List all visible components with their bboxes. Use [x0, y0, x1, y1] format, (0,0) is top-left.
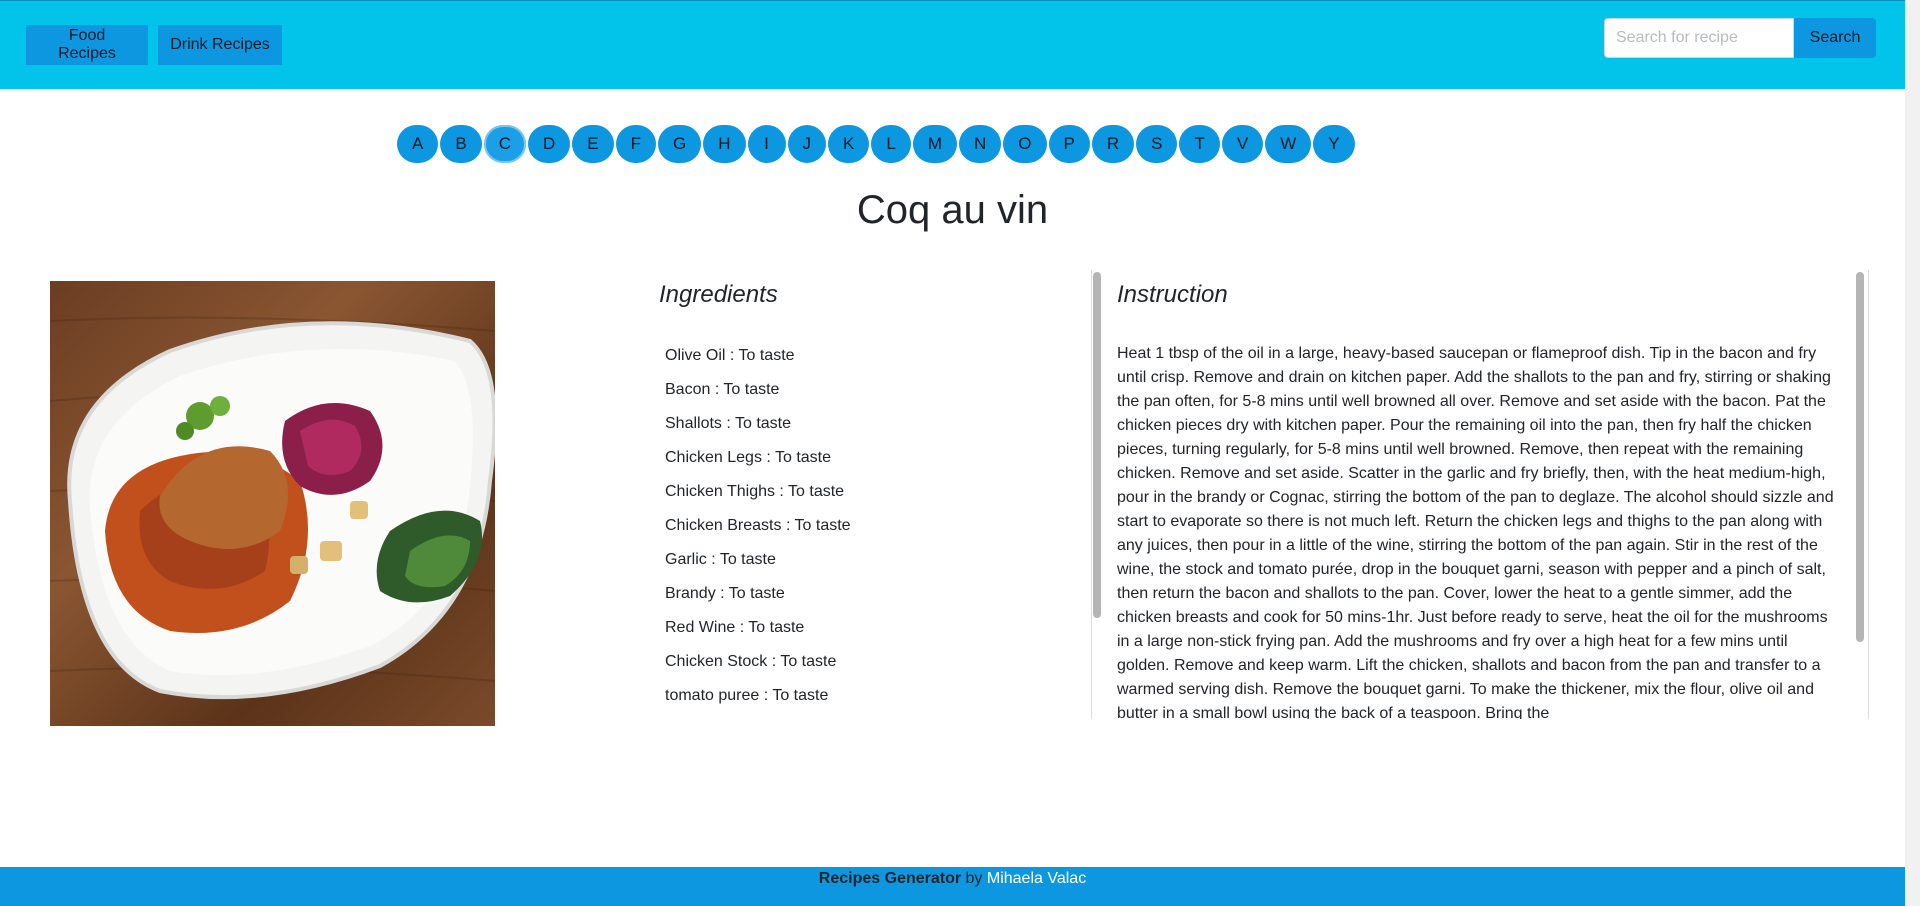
- search-input[interactable]: [1604, 18, 1794, 58]
- recipe-image: [50, 281, 495, 726]
- letter-button-j[interactable]: J: [787, 125, 826, 163]
- ingredient-item: Olive Oil : To taste: [665, 347, 795, 364]
- drink-recipes-button[interactable]: Drink Recipes: [158, 25, 282, 65]
- letter-button-h[interactable]: H: [703, 125, 746, 163]
- ingredient-item: Chicken Stock : To taste: [665, 653, 837, 670]
- letter-button-k[interactable]: K: [828, 125, 870, 163]
- letter-button-s[interactable]: S: [1136, 125, 1178, 163]
- recipe-title: Coq au vin: [856, 188, 1049, 232]
- letter-button-c[interactable]: C: [483, 125, 526, 163]
- letter-button-o[interactable]: O: [1003, 125, 1047, 163]
- letter-button-l[interactable]: L: [871, 125, 911, 163]
- letter-button-p[interactable]: P: [1048, 125, 1090, 163]
- instruction-text: Heat 1 tbsp of the oil in a large, heavy…: [1117, 345, 1834, 719]
- letter-button-t[interactable]: T: [1179, 125, 1220, 163]
- footer-brand: Recipes Generator: [818, 870, 962, 887]
- letter-button-b[interactable]: B: [440, 125, 482, 163]
- page-scrollbar-track[interactable]: [1905, 0, 1920, 906]
- letter-button-v[interactable]: V: [1221, 125, 1264, 163]
- letter-button-e[interactable]: E: [572, 125, 614, 163]
- search-form: Search: [1604, 18, 1876, 58]
- letter-button-d[interactable]: D: [527, 125, 571, 163]
- ingredient-item: Chicken Breasts : To taste: [665, 517, 851, 534]
- ingredients-list: Olive Oil : To taste Bacon : To taste Shal…: [665, 346, 851, 720]
- footer-by: by: [961, 870, 987, 887]
- search-button[interactable]: Search: [1794, 18, 1876, 58]
- letter-button-i[interactable]: I: [747, 125, 786, 163]
- ingredient-item: Garlic : To taste: [665, 551, 776, 568]
- ingredient-item: tomato puree : To taste: [665, 687, 829, 704]
- top-navbar: Food Recipes Drink Recipes Search: [0, 0, 1905, 89]
- letter-button-y[interactable]: Y: [1313, 125, 1355, 163]
- letter-button-n[interactable]: N: [958, 125, 1002, 163]
- letter-button-f[interactable]: F: [615, 125, 656, 163]
- letter-button-g[interactable]: G: [657, 125, 702, 163]
- letter-button-r[interactable]: R: [1091, 125, 1135, 163]
- letter-button-m[interactable]: M: [912, 125, 957, 163]
- food-recipes-button[interactable]: Food Recipes: [26, 25, 148, 65]
- ingredient-item: Brandy : To taste: [665, 585, 785, 602]
- author-link[interactable]: Mihaela Valac: [987, 870, 1086, 887]
- ingredient-item: Bacon : To taste: [665, 381, 780, 398]
- ingredient-item: Chicken Legs : To taste: [665, 449, 832, 466]
- letter-button-w[interactable]: W: [1265, 125, 1312, 163]
- instruction-heading: Instruction: [1117, 281, 1228, 308]
- footer: Recipes Generator by Mihaela Valac: [0, 867, 1905, 906]
- scrollbar-thumb[interactable]: [1093, 272, 1101, 618]
- scrollbar-thumb[interactable]: [1856, 272, 1864, 642]
- ingredient-item: Shallots : To taste: [665, 415, 791, 432]
- letter-button-a[interactable]: A: [397, 125, 439, 163]
- ingredients-heading: Ingredients: [659, 281, 778, 308]
- alphabet-filter: ABCDEFGHIJKLMNOPRSTVWY: [397, 125, 1357, 163]
- ingredients-section: Ingredients Olive Oil : To taste Bacon : …: [659, 281, 1059, 704]
- ingredient-item: Red Wine : To taste: [665, 619, 805, 636]
- ingredient-item: Chicken Thighs : To taste: [665, 483, 845, 500]
